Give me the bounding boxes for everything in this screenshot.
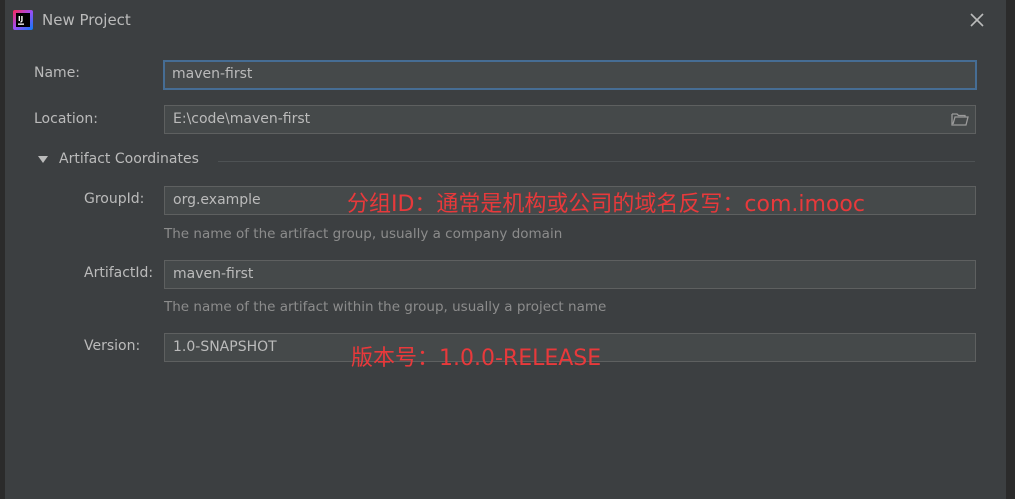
artifactid-label: ArtifactId:: [84, 265, 154, 281]
name-label: Name:: [34, 65, 81, 81]
artifact-coordinates-label: Artifact Coordinates: [59, 151, 199, 167]
version-annotation: 版本号：1.0.0-RELEASE: [351, 346, 602, 371]
dialog-titlebar: IJ New Project: [5, 0, 1006, 40]
new-project-dialog: IJ New Project Name: maven-first Locatio…: [4, 0, 1006, 499]
intellij-idea-icon: IJ: [13, 10, 33, 30]
location-input[interactable]: E:\code\maven-first: [164, 105, 976, 134]
location-label: Location:: [34, 111, 98, 127]
version-label: Version:: [84, 338, 141, 354]
expand-triangle-icon: [38, 156, 48, 163]
section-divider: [218, 161, 975, 162]
artifactid-hint: The name of the artifact within the grou…: [164, 299, 607, 315]
artifactid-input[interactable]: maven-first: [164, 260, 976, 289]
folder-icon[interactable]: [951, 111, 969, 127]
location-value: E:\code\maven-first: [173, 111, 311, 127]
groupid-label: GroupId:: [84, 191, 145, 207]
groupid-hint: The name of the artifact group, usually …: [164, 226, 563, 242]
name-input[interactable]: maven-first: [163, 60, 977, 90]
dialog-title: New Project: [42, 11, 131, 29]
close-icon[interactable]: [965, 8, 989, 32]
groupid-annotation: 分组ID：通常是机构或公司的域名反写：com.imooc: [347, 192, 865, 217]
background-window-edge-right: [1005, 0, 1015, 499]
svg-text:IJ: IJ: [18, 15, 23, 23]
